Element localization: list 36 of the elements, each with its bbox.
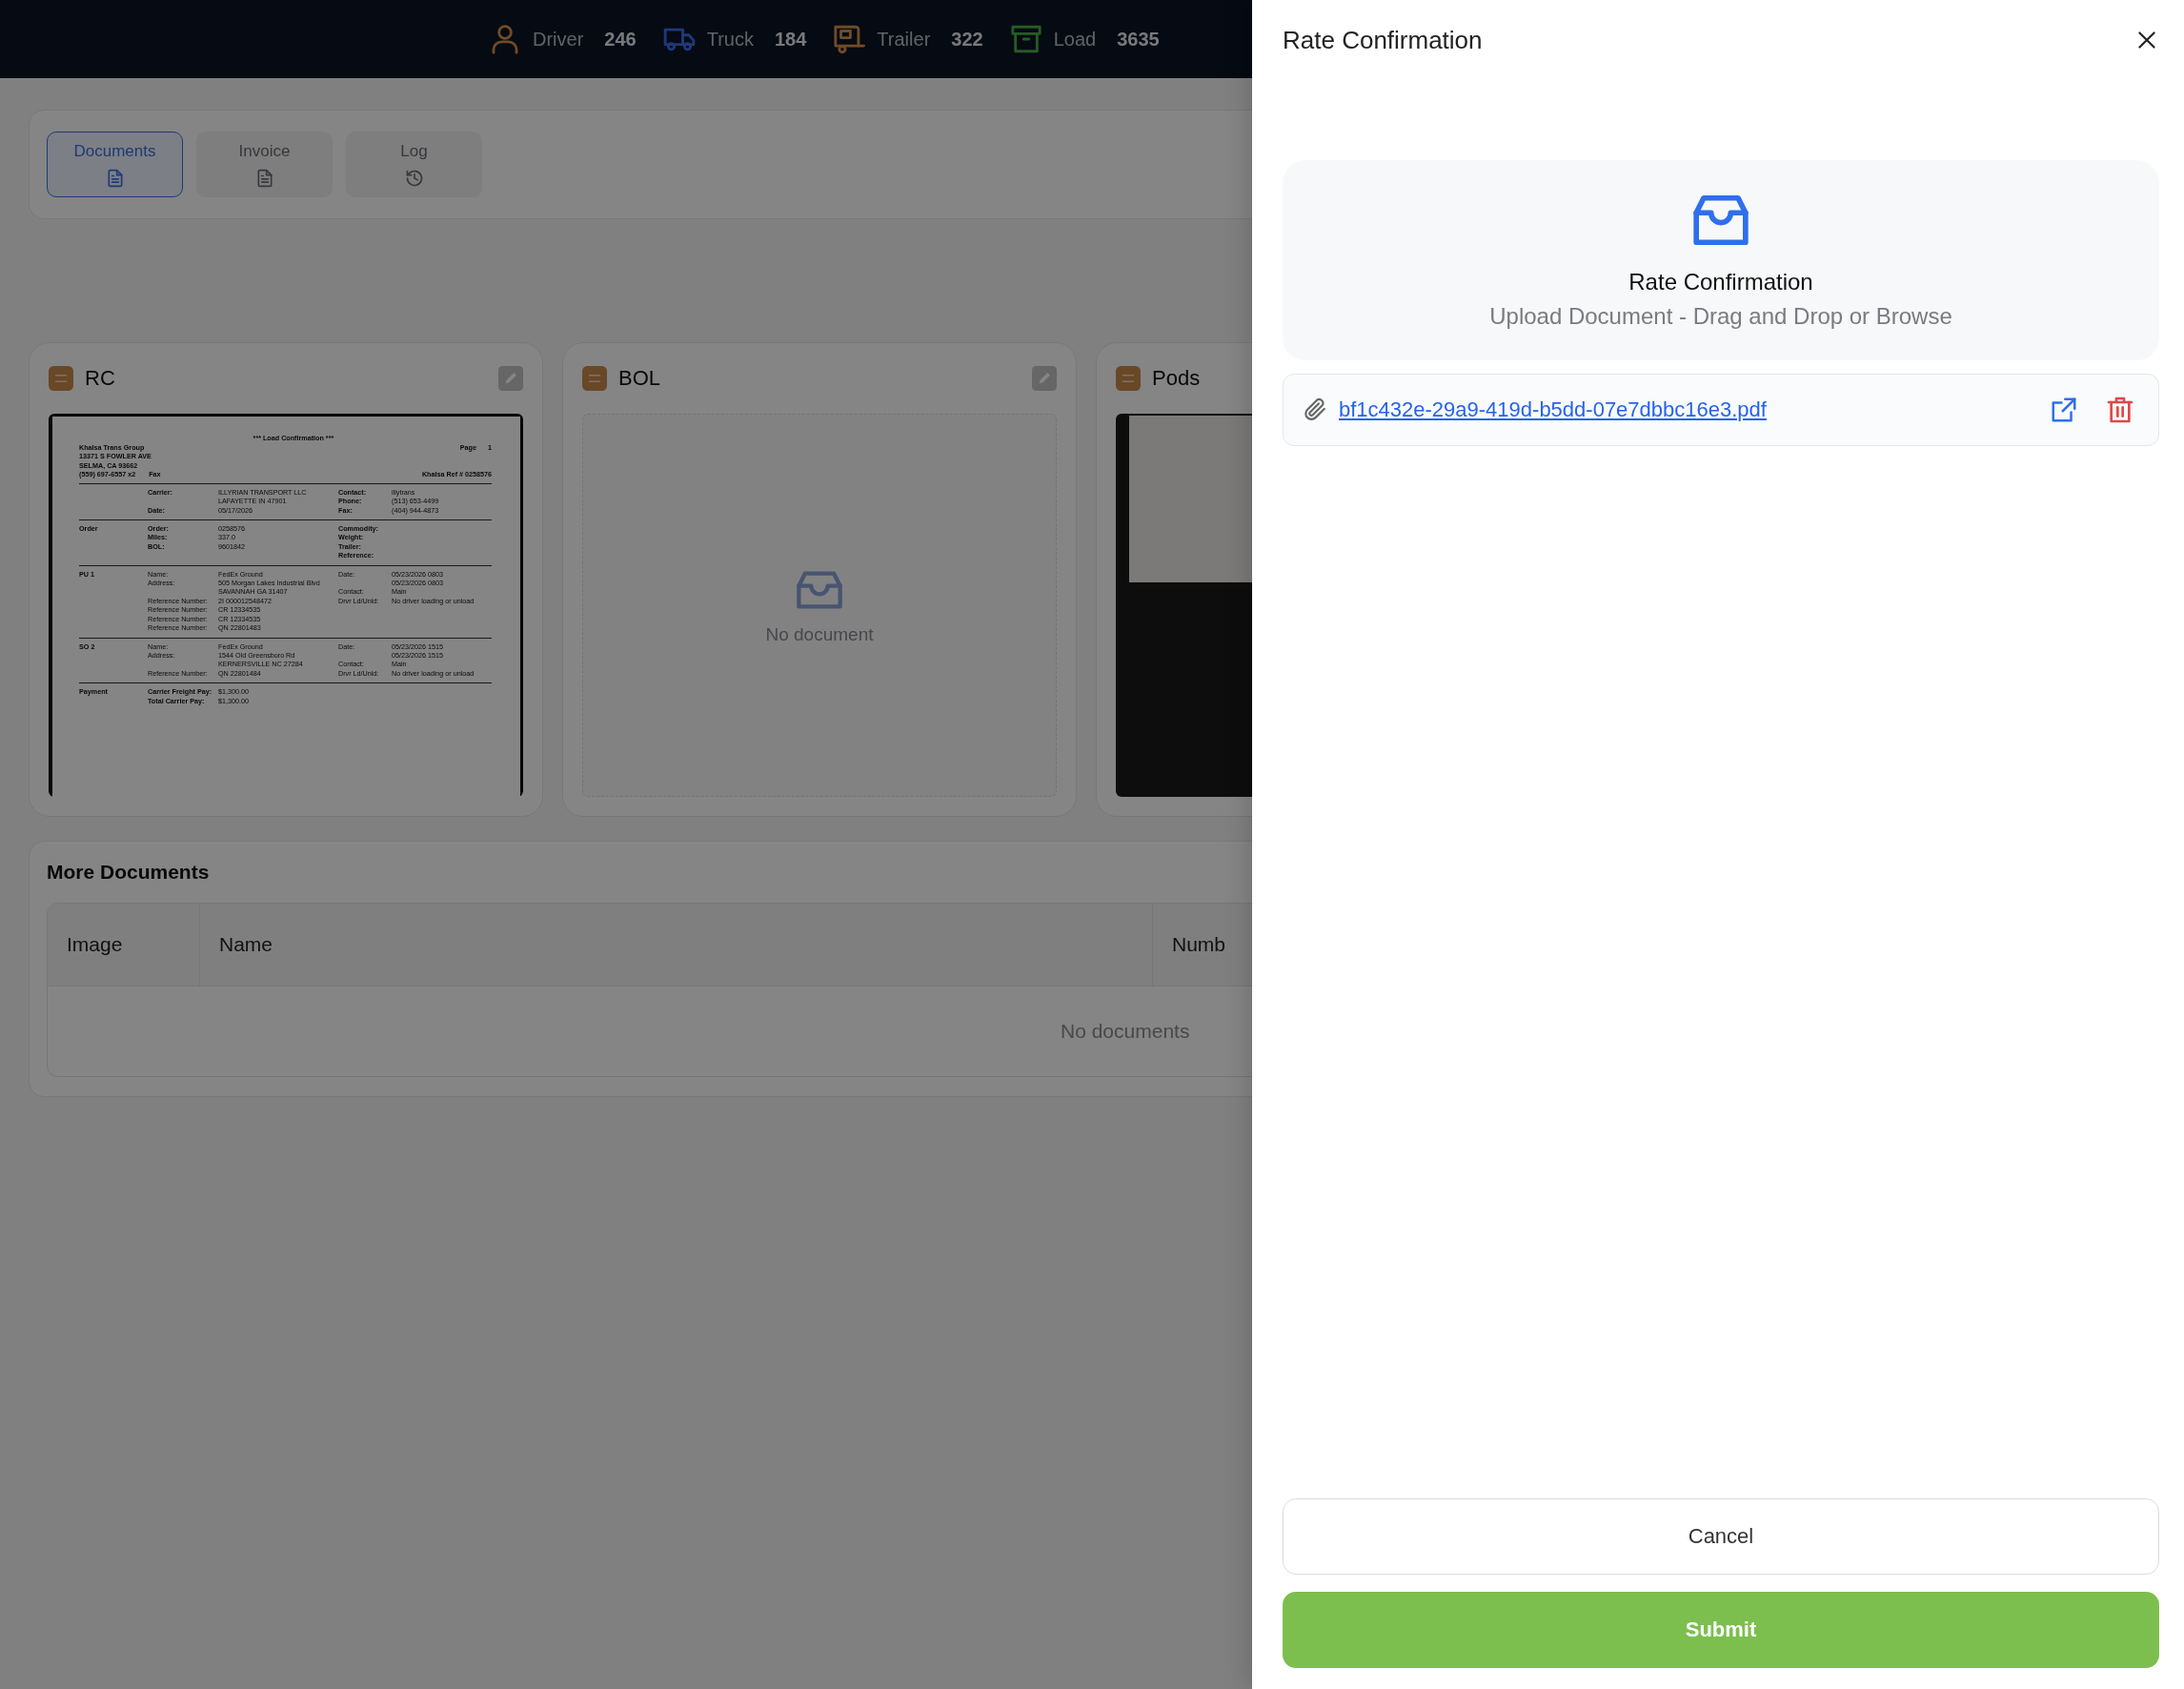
- upload-dropzone[interactable]: Rate Confirmation Upload Document - Drag and Drop or Browse: [1283, 160, 2159, 360]
- drawer-title: Rate Confirmation: [1283, 25, 1483, 55]
- tab[interactable]: Documents: [47, 132, 183, 197]
- trash-icon[interactable]: [2105, 395, 2135, 425]
- section-title: More Documents: [47, 861, 211, 884]
- trailer-icon: [833, 23, 866, 55]
- stat-label: Load: [1053, 28, 1097, 51]
- card-title: Pods: [1152, 366, 1202, 391]
- stat-value: 246: [604, 28, 637, 51]
- document-type-icon: [1116, 366, 1141, 391]
- empty-text: No document: [765, 624, 874, 645]
- tab[interactable]: Invoice: [196, 132, 333, 197]
- history-icon: [404, 168, 424, 188]
- stat-value: 322: [951, 28, 983, 51]
- stat-value: 184: [775, 28, 807, 51]
- stat-label: Truck: [706, 28, 754, 51]
- document-type-icon: [49, 366, 73, 391]
- upload-title: Rate Confirmation: [1628, 269, 1813, 295]
- submit-button[interactable]: Submit: [1283, 1592, 2159, 1668]
- upload-hint: Upload Document - Drag and Drop or Browse: [1489, 303, 1952, 330]
- column-header: Image: [48, 904, 200, 986]
- cancel-button[interactable]: Cancel: [1283, 1498, 2159, 1575]
- archive-icon: [1009, 23, 1042, 55]
- tab[interactable]: Log: [346, 132, 482, 197]
- column-header: Numb: [1171, 932, 1227, 957]
- paperclip-icon: [1303, 397, 1327, 422]
- empty-text: No documents: [1061, 1020, 1190, 1043]
- stat-value: 3635: [1117, 28, 1160, 51]
- document-type-icon: [582, 366, 607, 391]
- external-link-icon[interactable]: [2050, 396, 2078, 424]
- card-title: RC: [85, 366, 116, 391]
- file-link[interactable]: bf1c432e-29a9-419d-b5dd-07e7dbbc16e3.pdf: [1339, 397, 1767, 422]
- card-title: BOL: [618, 366, 662, 391]
- stat-label: Driver: [533, 28, 584, 51]
- column-header: Name: [200, 904, 1153, 986]
- stat-label: Trailer: [877, 28, 931, 51]
